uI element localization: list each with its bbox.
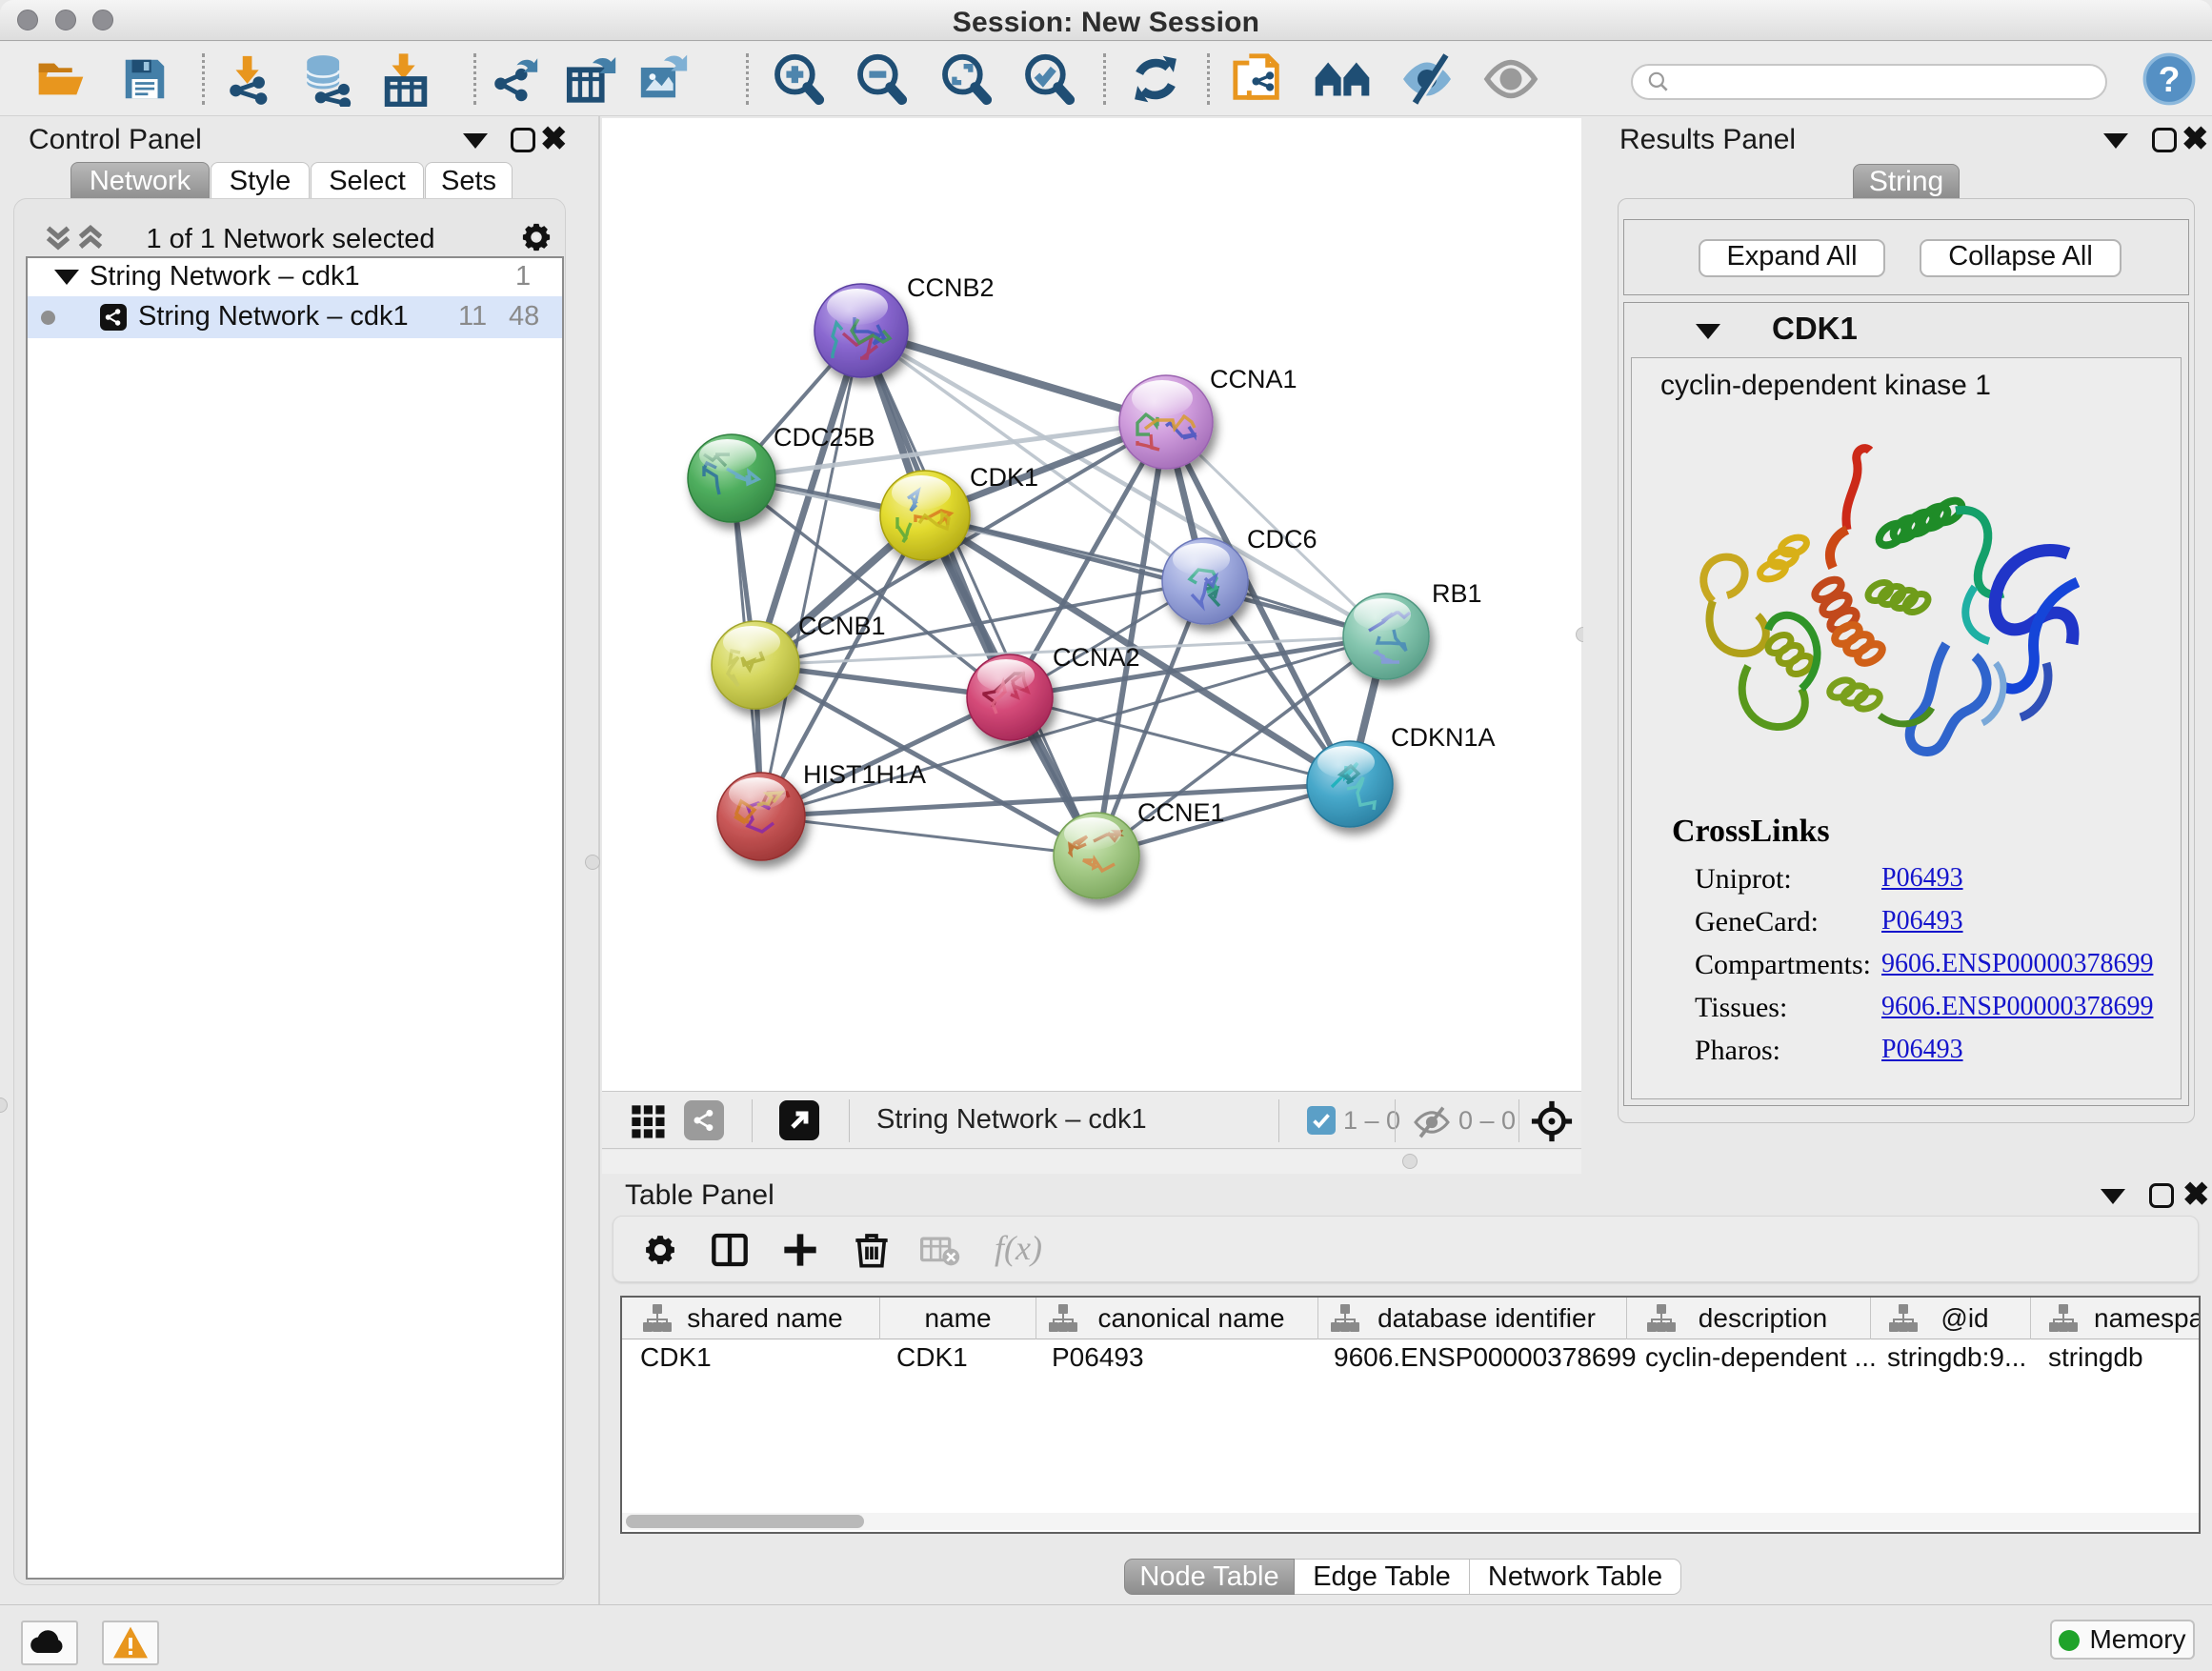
svg-text:RB1: RB1 [1432, 579, 1482, 608]
svg-text:?: ? [2159, 58, 2181, 98]
svg-text:CDK1: CDK1 [970, 463, 1038, 492]
svg-text:CCNA2: CCNA2 [1053, 643, 1140, 672]
svg-text:CCNA1: CCNA1 [1210, 365, 1297, 393]
svg-text:CDC25B: CDC25B [774, 423, 875, 452]
svg-text:CDKN1A: CDKN1A [1391, 723, 1496, 752]
svg-text:CCNB2: CCNB2 [907, 273, 995, 302]
svg-text:CDC6: CDC6 [1247, 525, 1317, 554]
svg-text:CCNB1: CCNB1 [798, 612, 886, 640]
svg-text:HIST1H1A: HIST1H1A [803, 760, 926, 789]
svg-text:CCNE1: CCNE1 [1137, 798, 1225, 827]
